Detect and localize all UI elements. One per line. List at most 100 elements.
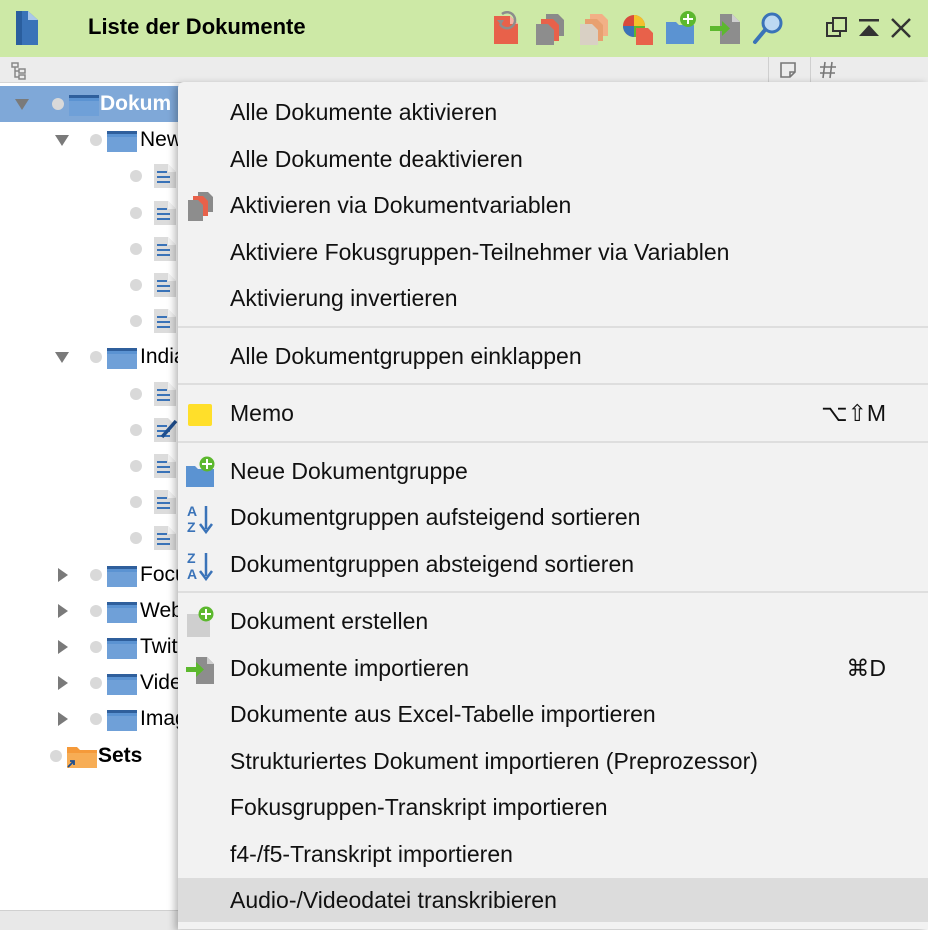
import-documents-icon <box>186 656 214 684</box>
search-icon[interactable] <box>752 10 786 46</box>
activate-by-variable-icon[interactable] <box>532 10 566 46</box>
folder-icon <box>107 131 137 153</box>
menu-separator <box>178 383 928 385</box>
new-document-group-icon <box>186 456 215 487</box>
folder-icon <box>107 565 137 587</box>
memo-column-icon[interactable] <box>778 60 798 80</box>
document-system-icon <box>16 11 38 45</box>
reset-activation-icon[interactable] <box>490 10 524 46</box>
activation-dot[interactable] <box>130 242 142 255</box>
sort-az-icon: AZ <box>187 503 213 534</box>
menu-item-label: Aktivierung invertieren <box>230 285 458 311</box>
activation-dot[interactable] <box>90 604 102 617</box>
menu-item-label: Neue Dokumentgruppe <box>230 457 468 484</box>
close-icon[interactable] <box>888 14 914 42</box>
menu-item-alle-dokumente-deaktivieren[interactable]: Alle Dokumente deaktivieren <box>178 137 928 181</box>
folder-icon <box>107 674 137 696</box>
menu-item-label: Dokumente aus Excel-Tabelle importieren <box>230 701 656 727</box>
tree-structure-icon[interactable] <box>9 60 29 80</box>
activation-dot[interactable] <box>130 460 142 472</box>
activation-dot[interactable] <box>130 423 142 436</box>
sort-za-icon: ZA <box>187 550 213 581</box>
menu-item-label: Dokument erstellen <box>230 608 429 634</box>
menu-item-label: Fokusgruppen-Transkript importieren <box>230 794 608 820</box>
activation-dot[interactable] <box>90 677 102 690</box>
column-header <box>0 57 928 83</box>
context-menu: Alle Dokumente aktivieren Alle Dokumente … <box>178 82 928 929</box>
memo-icon <box>188 404 212 426</box>
count-column-icon[interactable] <box>818 60 838 80</box>
activation-dot[interactable] <box>90 713 102 726</box>
activation-dot[interactable] <box>90 641 102 653</box>
collapsed-triangle-icon[interactable] <box>54 639 70 655</box>
activation-dot[interactable] <box>90 568 102 581</box>
collapse-icon[interactable] <box>856 14 882 42</box>
collapsed-triangle-icon[interactable] <box>54 603 70 619</box>
activation-dot[interactable] <box>130 496 142 509</box>
activation-dot[interactable] <box>50 749 62 762</box>
menu-item-label: Audio-/Videodatei transkribieren <box>230 887 557 913</box>
folder-icon <box>107 601 137 623</box>
menu-item-alle-dokumentgruppen-einklappen[interactable]: Alle Dokumentgruppen einklappen <box>178 334 928 378</box>
menu-item-label: Aktiviere Fokusgruppen-Teilnehmer via Va… <box>230 238 730 265</box>
menu-item-label: Dokumentgruppen aufsteigend sortieren <box>230 504 641 530</box>
menu-item-label: Dokumentgruppen absteigend sortieren <box>230 550 635 577</box>
menu-item-neue-dokumentgruppe[interactable]: Neue Dokumentgruppe <box>178 449 928 493</box>
menu-item-dokumentgruppen-aufsteigend-sortieren[interactable]: A Z Dokumentgruppen aufsteigend sortieren <box>178 495 928 539</box>
import-documents-icon[interactable] <box>708 10 742 46</box>
menu-item-f4-f5-transkript-importieren[interactable]: f4-/f5-Transkript importieren <box>178 832 928 876</box>
undock-icon[interactable] <box>824 14 850 42</box>
menu-item-aktivieren-via-dokumentvariablen[interactable]: Aktivieren via Dokumentvariablen <box>178 183 928 227</box>
activation-dot[interactable] <box>90 351 102 364</box>
activation-dot[interactable] <box>130 279 142 291</box>
menu-item-dokument-erstellen[interactable]: Dokument erstellen <box>178 599 928 643</box>
menu-item-strukturiertes-dokument-importieren-preprozessor[interactable]: Strukturiertes Dokument importieren (Pre… <box>178 739 928 783</box>
menu-item-dokumentgruppen-absteigend-sortieren[interactable]: Z A Dokumentgruppen absteigend sortieren <box>178 542 928 586</box>
sets-folder-icon <box>67 746 97 768</box>
folder-icon <box>107 638 137 659</box>
activation-dot[interactable] <box>52 98 64 110</box>
menu-shortcut: ⌘D <box>846 654 886 681</box>
menu-separator <box>178 440 928 443</box>
activate-doc-groups-icon[interactable] <box>576 10 610 46</box>
svg-text:A: A <box>187 566 197 581</box>
expand-triangle-icon[interactable] <box>14 96 30 112</box>
menu-item-label: Memo <box>230 400 294 426</box>
create-document-icon <box>187 606 214 637</box>
color-pie-icon[interactable] <box>620 10 654 46</box>
menu-item-label: Alle Dokumente aktivieren <box>230 99 498 125</box>
svg-text:A: A <box>187 503 197 519</box>
expand-triangle-icon[interactable] <box>54 132 70 148</box>
activate-by-variable-icon <box>188 192 213 221</box>
svg-text:Z: Z <box>187 519 196 534</box>
menu-item-aktiviere-fokusgruppen-teilnehmer-via-variablen[interactable]: Aktiviere Fokusgruppen-Teilnehmer via Va… <box>178 230 928 274</box>
collapsed-triangle-icon[interactable] <box>54 675 70 691</box>
activation-dot[interactable] <box>90 134 102 147</box>
activation-dot[interactable] <box>130 532 142 545</box>
collapsed-triangle-icon[interactable] <box>54 567 70 583</box>
menu-item-label: Dokumente importieren <box>230 654 470 681</box>
tree-item-label: Sets <box>98 743 143 767</box>
menu-item-label: f4-/f5-Transkript importieren <box>230 840 513 867</box>
menu-item-dokumente-importieren[interactable]: Dokumente importieren ⌘D <box>178 646 928 690</box>
menu-item-audio-videodatei-transkribieren[interactable]: Audio-/Videodatei transkribieren <box>178 878 928 922</box>
activation-dot[interactable] <box>130 315 142 328</box>
menu-item-alle-dokumente-aktivieren[interactable]: Alle Dokumente aktivieren <box>178 90 928 134</box>
menu-item-label: Strukturiertes Dokument importieren (Pre… <box>230 747 758 774</box>
activation-dot[interactable] <box>130 387 142 400</box>
menu-separator <box>178 325 928 328</box>
folder-icon <box>107 348 137 370</box>
menu-item-memo[interactable]: Memo ⌥⇧M <box>178 391 928 435</box>
menu-item-dokumente-aus-excel-tabelle-importieren[interactable]: Dokumente aus Excel-Tabelle importieren <box>178 692 928 736</box>
menu-separator <box>178 591 928 593</box>
activation-dot[interactable] <box>130 170 142 183</box>
menu-item-label: Aktivieren via Dokumentvariablen <box>230 192 572 218</box>
horizontal-scrollbar[interactable] <box>0 910 178 930</box>
menu-item-fokusgruppen-transkript-importieren[interactable]: Fokusgruppen-Transkript importieren <box>178 785 928 829</box>
collapsed-triangle-icon[interactable] <box>54 711 70 727</box>
new-document-group-icon[interactable] <box>664 10 698 46</box>
activation-dot[interactable] <box>130 206 142 219</box>
expand-triangle-icon[interactable] <box>54 349 70 365</box>
menu-item-aktivierung-invertieren[interactable]: Aktivierung invertieren <box>178 276 928 320</box>
window-title: Liste der Dokumente <box>88 14 306 39</box>
